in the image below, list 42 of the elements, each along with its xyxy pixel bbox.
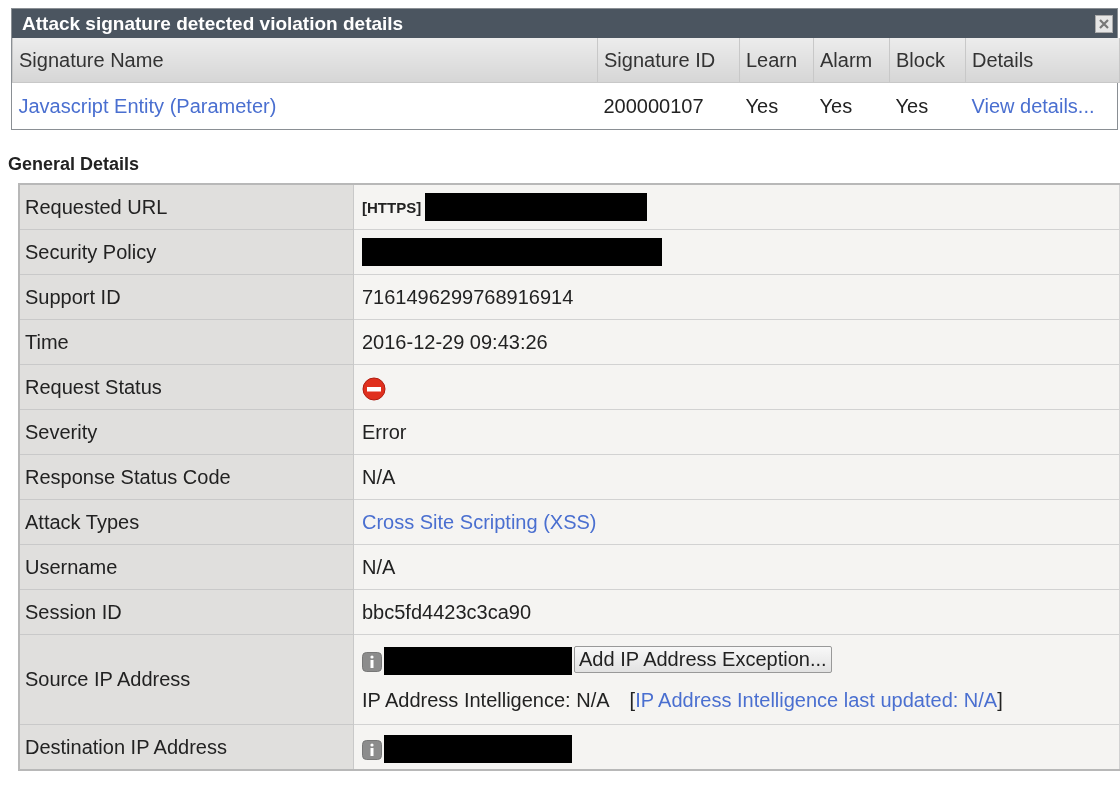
column-header: Signature ID	[597, 38, 740, 83]
signature-id-cell: 200000107	[597, 82, 740, 129]
bracket-text: [	[629, 689, 636, 712]
detail-value: 7161496299768916914	[362, 285, 574, 308]
detail-value: N/A	[362, 465, 396, 488]
close-icon[interactable]	[1095, 14, 1113, 33]
column-header: Details	[965, 38, 1120, 83]
info-icon[interactable]	[362, 740, 382, 760]
detail-value: bbc5fd4423c3ca90	[362, 600, 532, 623]
detail-value: 2016-12-29 09:43:26	[362, 330, 548, 353]
detail-value: Error	[362, 420, 407, 443]
detail-label: Security Policy	[19, 229, 354, 275]
detail-label: Destination IP Address	[19, 724, 354, 770]
protocol-tag: [HTTPS]	[362, 198, 422, 216]
learn-cell: Yes	[739, 82, 814, 129]
column-header: Block	[889, 38, 966, 83]
column-header: Signature Name	[12, 38, 598, 83]
dialog-title: Attack signature detected violation details	[22, 12, 404, 35]
detail-label: Attack Types	[19, 499, 354, 545]
detail-label: Requested URL	[19, 184, 354, 230]
section-heading: General Details	[8, 154, 141, 175]
alarm-cell: Yes	[813, 82, 890, 129]
block-cell: Yes	[889, 82, 966, 129]
detail-label: Response Status Code	[19, 454, 354, 500]
detail-label: Session ID	[19, 589, 354, 635]
bracket-text: ]	[997, 689, 1003, 712]
add-exception-button[interactable]: Add IP Address Exception...	[574, 645, 832, 673]
detail-label: Request Status	[19, 364, 354, 410]
column-header: Learn	[739, 38, 814, 83]
detail-label: Severity	[19, 409, 354, 455]
detail-label: Time	[19, 319, 354, 365]
detail-label: Username	[19, 544, 354, 590]
intelligence-link[interactable]: IP Address Intelligence last updated: N/A	[635, 689, 998, 712]
signature-link[interactable]: Javascript Entity (Parameter)	[18, 94, 277, 117]
detail-value: N/A	[362, 555, 396, 578]
view-details-link[interactable]: View details...	[971, 94, 1095, 117]
detail-label: Support ID	[19, 274, 354, 320]
attack-type-link[interactable]: Cross Site Scripting (XSS)	[362, 510, 597, 533]
detail-label: Source IP Address	[19, 634, 354, 725]
info-icon[interactable]	[362, 652, 382, 672]
column-header: Alarm	[813, 38, 890, 83]
intelligence-text: IP Address Intelligence: N/A	[362, 689, 610, 712]
